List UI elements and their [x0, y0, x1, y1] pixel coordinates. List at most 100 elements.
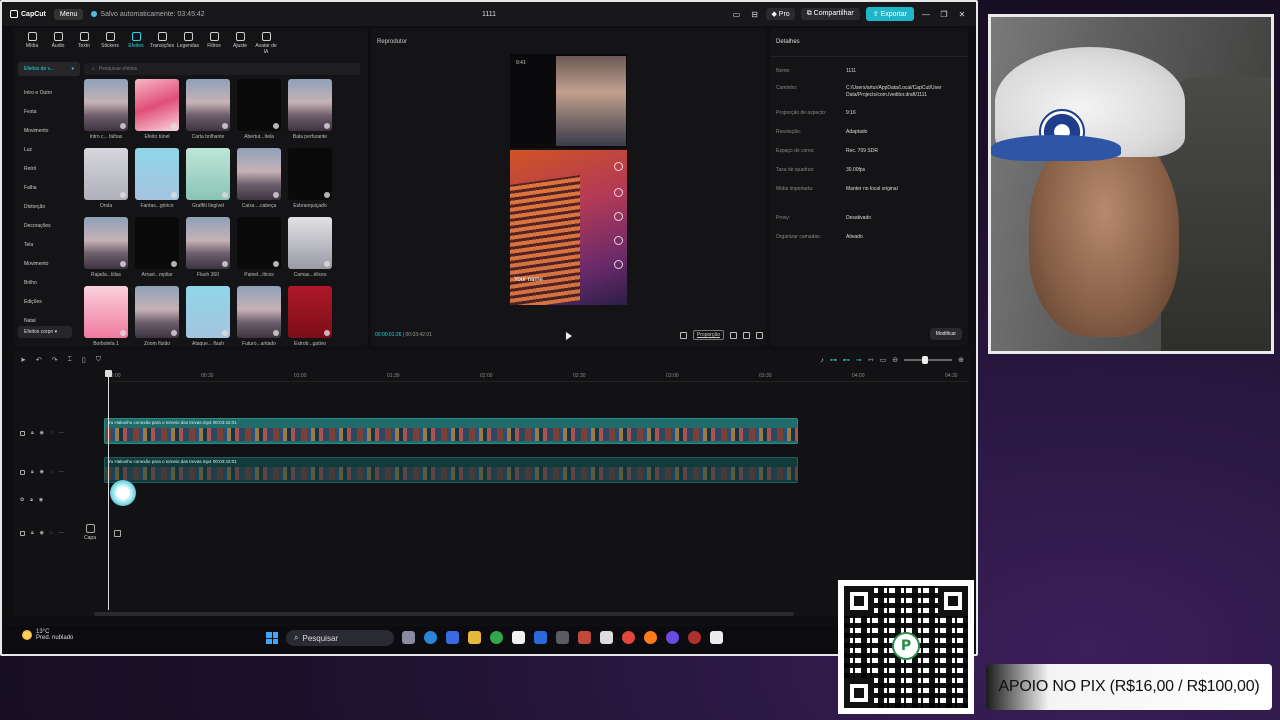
quality-icon[interactable]	[743, 331, 750, 339]
eye-icon[interactable]: ◉	[39, 497, 43, 503]
effect-card[interactable]: Borboleta 1	[84, 286, 128, 347]
download-icon[interactable]	[171, 123, 177, 129]
effect-thumbnail[interactable]	[237, 286, 281, 338]
zoom-out-icon[interactable]: ⊖	[892, 356, 898, 364]
tab-ajuste[interactable]: Ajuste	[228, 32, 252, 56]
eye-icon[interactable]: ◉	[40, 430, 44, 436]
category-item[interactable]: Luz	[18, 141, 80, 160]
category-item[interactable]: Intro e Outro	[18, 84, 80, 103]
category-item[interactable]: Tela	[18, 236, 80, 255]
download-icon[interactable]	[222, 192, 228, 198]
eye-icon[interactable]: ◉	[40, 469, 44, 475]
fullscreen-icon[interactable]	[756, 331, 763, 339]
download-icon[interactable]	[120, 192, 126, 198]
effect-card[interactable]: Estrob...gativo	[288, 286, 332, 347]
app-icon[interactable]	[578, 631, 591, 644]
effect-card[interactable]: Intro c... falhas	[84, 79, 128, 140]
align-icon[interactable]: ⇿	[868, 356, 874, 364]
windows-start-icon[interactable]	[266, 632, 278, 644]
effect-thumbnail[interactable]	[237, 148, 281, 200]
layout-icon[interactable]: ▭	[730, 10, 742, 19]
chrome-icon[interactable]	[622, 631, 635, 644]
effect-thumbnail[interactable]	[186, 79, 230, 131]
category-item[interactable]: Decorações	[18, 217, 80, 236]
preview-video-frame[interactable]: Your name	[510, 150, 627, 305]
effect-thumbnail[interactable]	[84, 79, 128, 131]
eye-icon[interactable]: ◉	[40, 530, 44, 536]
zoom-slider-knob[interactable]	[922, 356, 929, 364]
link-icon[interactable]: ⊷	[843, 356, 850, 364]
tab-stickers[interactable]: Stickers	[98, 32, 122, 56]
effect-thumbnail[interactable]	[288, 79, 332, 131]
category-item[interactable]: Retrô	[18, 160, 80, 179]
effect-thumbnail[interactable]	[186, 148, 230, 200]
download-icon[interactable]	[171, 192, 177, 198]
tab-filtros[interactable]: Filtros	[202, 32, 226, 56]
download-icon[interactable]	[120, 261, 126, 267]
track-checkbox[interactable]	[20, 530, 25, 536]
download-icon[interactable]	[171, 261, 177, 267]
pen-icon[interactable]	[556, 631, 569, 644]
detail-value[interactable]: Desativado	[846, 215, 962, 222]
store-icon[interactable]	[512, 631, 525, 644]
delete-icon[interactable]: ▯	[82, 356, 86, 364]
more-icon[interactable]: ⋯	[59, 469, 64, 475]
menu-button[interactable]: Menu	[53, 8, 84, 20]
effect-thumbnail[interactable]	[135, 148, 179, 200]
undo-icon[interactable]: ↶	[36, 356, 42, 364]
effect-card[interactable]: Carta brilhante	[186, 79, 230, 140]
shield-icon[interactable]: ⛉	[96, 356, 101, 364]
close-icon[interactable]: ✕	[956, 10, 968, 19]
effect-thumbnail[interactable]	[288, 286, 332, 338]
effect-card[interactable]: Fantas...górico	[135, 148, 179, 209]
download-icon[interactable]	[273, 192, 279, 198]
more-icon[interactable]: ⋯	[59, 430, 64, 436]
magnet-icon[interactable]: ⊶	[830, 356, 837, 364]
xbox-icon[interactable]	[490, 631, 503, 644]
tab-texto[interactable]: Texto	[72, 32, 96, 56]
minimize-icon[interactable]: —	[920, 10, 932, 19]
download-icon[interactable]	[324, 261, 330, 267]
select-tool-icon[interactable]: ➤	[20, 356, 26, 364]
category-item[interactable]: Brilho	[18, 274, 80, 293]
overlay-clip[interactable]: Yu Hakusho conexão para o torneio das tr…	[104, 457, 798, 483]
effect-card[interactable]: Painel...iticos	[237, 217, 281, 278]
effect-card[interactable]: Onda	[84, 148, 128, 209]
download-icon[interactable]	[324, 123, 330, 129]
timeline-ruler[interactable]: 00:00 00:30 01:00 01:30 02:00 02:30 03:00 03:30…	[108, 372, 968, 382]
keyboard-icon[interactable]: ⊟	[748, 10, 760, 19]
video-clip[interactable]: Yu Hakusho conexão para o torneio das tr…	[104, 418, 798, 444]
effect-card[interactable]: Ataque... flash	[186, 286, 230, 347]
text-track-icon[interactable]	[114, 530, 121, 537]
playhead-handle[interactable]	[105, 370, 112, 377]
play-icon[interactable]	[566, 332, 572, 340]
redo-icon[interactable]: ↷	[52, 356, 58, 364]
audio-icon[interactable]: ◌	[50, 530, 53, 536]
effect-thumbnail[interactable]	[135, 286, 179, 338]
effect-thumbnail[interactable]	[84, 217, 128, 269]
effect-thumbnail[interactable]	[186, 217, 230, 269]
zoom-fit-icon[interactable]	[730, 331, 737, 339]
microphone-icon[interactable]: ♪	[820, 357, 824, 364]
mail-icon[interactable]	[534, 631, 547, 644]
effect-thumbnail[interactable]	[135, 79, 179, 131]
category-item[interactable]: Edições	[18, 293, 80, 312]
category-item[interactable]: Movimento	[18, 255, 80, 274]
firefox-icon[interactable]	[644, 631, 657, 644]
effect-card[interactable]: Zoom fluido	[135, 286, 179, 347]
pro-button[interactable]: ◆ Pro	[766, 8, 795, 20]
zoom-in-icon[interactable]: ⊕	[958, 356, 964, 364]
download-icon[interactable]	[273, 330, 279, 336]
effect-thumbnail[interactable]	[135, 217, 179, 269]
effect-thumbnail[interactable]	[288, 217, 332, 269]
effect-thumbnail[interactable]	[84, 148, 128, 200]
download-icon[interactable]	[120, 123, 126, 129]
track-checkbox[interactable]	[20, 430, 25, 436]
download-icon[interactable]	[324, 330, 330, 336]
obs-icon[interactable]	[688, 631, 701, 644]
edge-icon[interactable]	[424, 631, 437, 644]
tab-avatar-de-ia[interactable]: Avatar de IA	[254, 32, 278, 56]
download-icon[interactable]	[324, 192, 330, 198]
copilot-icon[interactable]	[446, 631, 459, 644]
discord-icon[interactable]	[666, 631, 679, 644]
